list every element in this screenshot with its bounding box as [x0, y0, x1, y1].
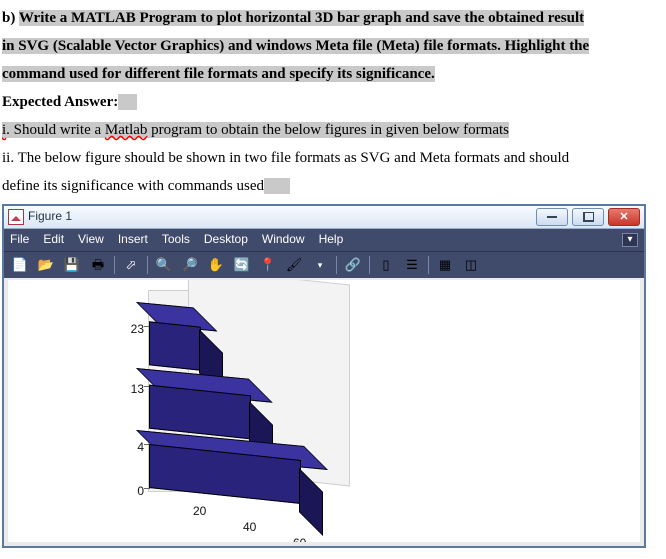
link-icon[interactable]: 🔗: [341, 254, 365, 276]
question-line1: Write a MATLAB Program to plot horizonta…: [19, 10, 584, 26]
window-title: Figure 1: [28, 207, 72, 226]
point-i-matlab: Matlab: [105, 122, 148, 138]
menu-desktop[interactable]: Desktop: [204, 230, 248, 249]
window-titlebar: Figure 1 ✕: [4, 206, 644, 229]
x-tick-60: 60: [293, 534, 306, 542]
point-i-rest: . Should write a: [6, 122, 105, 138]
y-tick-0: 0: [120, 482, 144, 501]
colorbar-icon[interactable]: ▯: [374, 254, 398, 276]
menu-edit[interactable]: Edit: [43, 230, 64, 249]
matlab-figure-window: Figure 1 ✕ File Edit View Insert Tools D…: [2, 204, 646, 548]
maximize-button[interactable]: [572, 208, 604, 226]
menu-insert[interactable]: Insert: [118, 230, 148, 249]
menu-tools[interactable]: Tools: [162, 230, 190, 249]
toolbar: 📄 📂 💾 🖶 ⬀ 🔍 🔎 ✋ 🔄 📍 🖌 ▾ 🔗 ▯ ☰ ▦ ◫: [4, 251, 644, 278]
plot-area: 0 4 13 23 20 40 60: [148, 290, 418, 540]
point-ii-a: ii. The below figure should be shown in …: [2, 150, 569, 166]
x-tick-40: 40: [243, 518, 256, 537]
datacursor-icon[interactable]: 📍: [256, 254, 280, 276]
point-ii-hlspace: [264, 178, 290, 194]
expected-hlspace: [118, 94, 137, 110]
pointer-icon[interactable]: ⬀: [119, 254, 143, 276]
legend-icon[interactable]: ☰: [400, 254, 424, 276]
plot-canvas: 0 4 13 23 20 40 60: [8, 280, 640, 542]
close-button[interactable]: ✕: [608, 208, 640, 226]
rotate-icon[interactable]: 🔄: [230, 254, 254, 276]
x-tick-20: 20: [193, 502, 206, 521]
grid-icon[interactable]: ▦: [433, 254, 457, 276]
menu-bar: File Edit View Insert Tools Desktop Wind…: [4, 229, 644, 251]
save-icon[interactable]: 💾: [60, 254, 84, 276]
point-i-tail: program to obtain the below figures in g…: [147, 122, 509, 138]
new-icon[interactable]: 📄: [8, 254, 32, 276]
dock-icon[interactable]: ◫: [459, 254, 483, 276]
dropdown-icon[interactable]: ▾: [308, 254, 332, 276]
menu-file[interactable]: File: [10, 230, 29, 249]
menu-help[interactable]: Help: [319, 230, 344, 249]
y-tick-13: 13: [120, 380, 144, 399]
pan-icon[interactable]: ✋: [204, 254, 228, 276]
minimize-button[interactable]: [536, 208, 568, 226]
zoom-out-icon[interactable]: 🔎: [178, 254, 202, 276]
toolbar-chevron-icon[interactable]: ▾: [622, 233, 638, 247]
question-line2: in SVG (Scalable Vector Graphics) and wi…: [2, 38, 589, 54]
zoom-in-icon[interactable]: 🔍: [152, 254, 176, 276]
question-line3: command used for different file formats …: [2, 66, 435, 82]
matlab-figure-icon: [8, 209, 24, 225]
open-icon[interactable]: 📂: [34, 254, 58, 276]
menu-window[interactable]: Window: [262, 230, 305, 249]
print-icon[interactable]: 🖶: [86, 254, 110, 276]
menu-view[interactable]: View: [78, 230, 104, 249]
expected-heading: Expected Answer:: [2, 94, 118, 110]
brush-icon[interactable]: 🖌: [282, 254, 306, 276]
point-ii-b: define its significance with commands us…: [2, 178, 264, 194]
y-tick-4: 4: [120, 438, 144, 457]
y-tick-23: 23: [120, 320, 144, 339]
question-prefix: b): [2, 10, 19, 26]
